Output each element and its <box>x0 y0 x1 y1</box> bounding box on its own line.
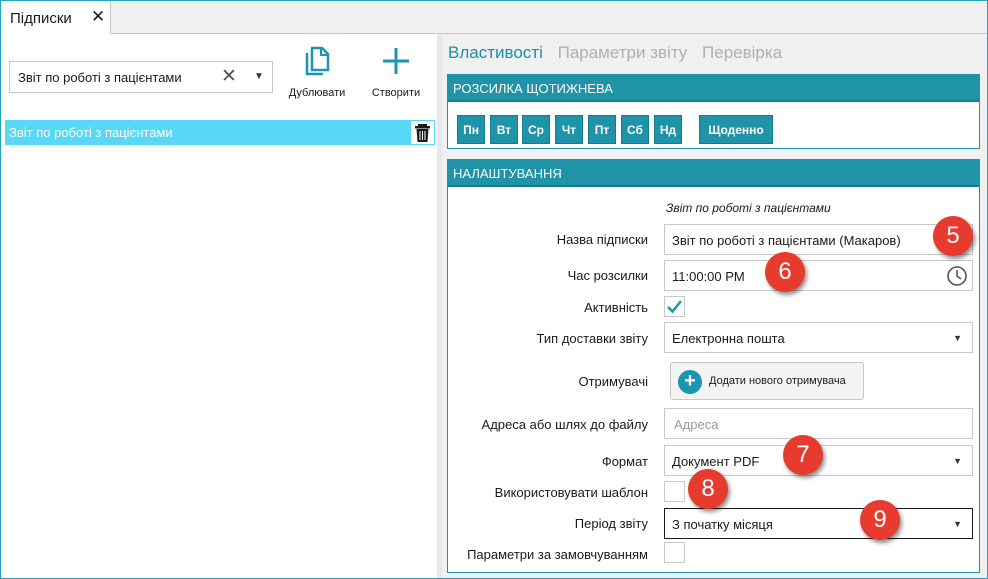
tab-report-parameters[interactable]: Параметри звіту <box>558 43 688 62</box>
address-label: Адреса або шлях до файлу <box>481 417 648 432</box>
callout-badge-7: 7 <box>783 435 823 475</box>
clock-icon[interactable] <box>946 265 968 287</box>
plus-icon: + <box>678 370 702 394</box>
subscription-name-input[interactable]: Звіт по роботі з пацієнтами (Макаров) <box>664 224 973 255</box>
properties-tabs: Властивості Параметри звіту Перевірка <box>448 43 792 63</box>
active-label: Активність <box>584 300 648 315</box>
list-item[interactable]: Звіт по роботі з пацієнтами <box>5 120 435 145</box>
settings-section: НАЛАШТУВАННЯ Звіт по роботі з пацієнтами… <box>447 159 980 573</box>
chevron-down-icon[interactable]: ▼ <box>953 456 962 466</box>
period-label: Період звіту <box>574 516 648 531</box>
list-item-label: Звіт по роботі з пацієнтами <box>9 125 173 140</box>
add-recipient-label: Додати нового отримувача <box>709 375 846 387</box>
address-placeholder: Адреса <box>674 417 719 432</box>
callout-badge-6: 6 <box>765 252 805 292</box>
send-time-value: 11:00:00 PM <box>672 269 745 284</box>
close-icon[interactable]: ✕ <box>91 7 105 27</box>
time-label: Час розсилки <box>567 268 648 283</box>
name-label: Назва підписки <box>556 232 648 247</box>
add-recipient-button[interactable]: + Додати нового отримувача <box>670 362 864 400</box>
create-label: Створити <box>371 87 421 99</box>
tab-strip: Підписки ✕ <box>1 1 987 35</box>
delivery-label: Тип доставки звіту <box>536 331 648 346</box>
subscriptions-panel: Звіт по роботі з пацієнтами ✕ ▼ Дублюват… <box>1 34 437 578</box>
daily-button[interactable]: Щоденно <box>699 115 773 144</box>
schedule-section: РОЗСИЛКА ЩОТИЖНЕВА Пн Вт Ср Чт Пт Сб Нд … <box>447 74 980 149</box>
template-checkbox[interactable] <box>664 481 685 502</box>
report-combobox[interactable]: Звіт по роботі з пацієнтами ✕ ▼ <box>9 61 273 93</box>
day-button-tue[interactable]: Вт <box>490 115 518 144</box>
day-button-fri[interactable]: Пт <box>588 115 616 144</box>
schedule-header: РОЗСИЛКА ЩОТИЖНЕВА <box>448 75 979 102</box>
day-button-wed[interactable]: Ср <box>522 115 550 144</box>
checkmark-icon <box>667 300 682 314</box>
chevron-down-icon[interactable]: ▼ <box>953 333 962 343</box>
day-button-sun[interactable]: Нд <box>654 115 682 144</box>
callout-badge-9: 9 <box>860 500 900 540</box>
settings-subtitle: Звіт по роботі з пацієнтами <box>666 201 831 215</box>
trash-icon[interactable] <box>410 120 435 145</box>
chevron-down-icon[interactable]: ▼ <box>254 71 264 82</box>
callout-badge-8: 8 <box>688 469 728 509</box>
tab-properties[interactable]: Властивості <box>448 43 543 62</box>
day-button-sat[interactable]: Сб <box>621 115 649 144</box>
duplicate-icon <box>305 46 330 76</box>
report-period-value: З початку місяця <box>672 517 773 532</box>
duplicate-button[interactable]: Дублювати <box>282 46 352 99</box>
settings-header: НАЛАШТУВАННЯ <box>448 160 979 187</box>
active-checkbox[interactable] <box>664 296 685 317</box>
template-label: Використовувати шаблон <box>494 485 648 500</box>
clear-icon[interactable]: ✕ <box>221 65 237 88</box>
callout-badge-5: 5 <box>933 216 973 256</box>
tab-subscriptions[interactable]: Підписки ✕ <box>1 1 111 35</box>
day-button-thu[interactable]: Чт <box>555 115 583 144</box>
defaults-checkbox[interactable] <box>664 542 685 563</box>
recipients-label: Отримувачі <box>578 374 648 389</box>
format-value: Документ PDF <box>672 454 760 469</box>
delivery-type-value: Електронна пошта <box>672 331 785 346</box>
delivery-type-select[interactable]: Електронна пошта ▼ <box>664 322 973 353</box>
defaults-label: Параметри за замовчуванням <box>467 547 648 562</box>
format-label: Формат <box>601 454 648 469</box>
chevron-down-icon[interactable]: ▼ <box>953 519 962 529</box>
address-input[interactable]: Адреса <box>664 408 973 439</box>
send-time-input[interactable]: 11:00:00 PM <box>664 260 973 291</box>
tab-title: Підписки <box>10 10 72 27</box>
report-period-select[interactable]: З початку місяця ▼ <box>664 508 973 539</box>
day-button-mon[interactable]: Пн <box>457 115 485 144</box>
combo-value: Звіт по роботі з пацієнтами <box>18 70 182 85</box>
plus-icon <box>383 48 409 74</box>
subscription-name-value: Звіт по роботі з пацієнтами (Макаров) <box>672 233 901 248</box>
main-content: Звіт по роботі з пацієнтами ✕ ▼ Дублюват… <box>1 34 987 578</box>
create-button[interactable]: Створити <box>361 46 431 99</box>
tab-check[interactable]: Перевірка <box>702 43 782 62</box>
duplicate-label: Дублювати <box>288 87 346 99</box>
